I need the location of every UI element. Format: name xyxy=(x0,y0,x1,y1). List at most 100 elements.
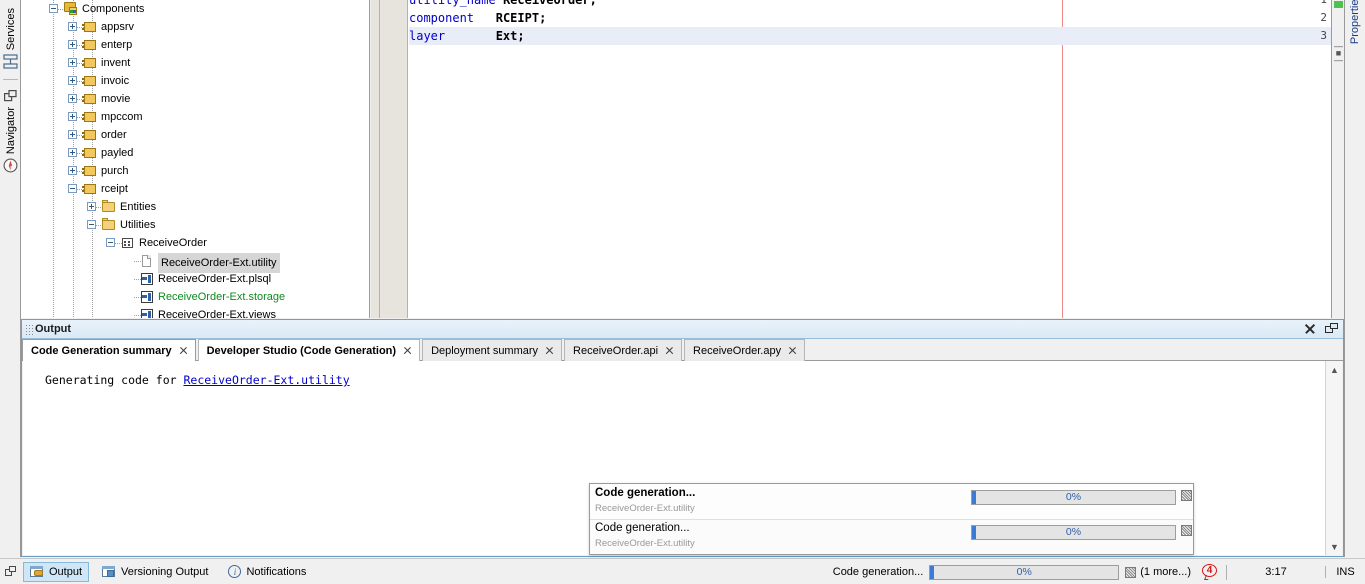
tree-collapse-toggle[interactable] xyxy=(49,4,58,13)
code-line[interactable]: layer Ext; xyxy=(409,27,525,45)
code-line[interactable]: component RCEIPT; xyxy=(409,9,546,27)
output-tab[interactable]: ReceiveOrder.api xyxy=(564,339,683,361)
output-tab[interactable]: Developer Studio (Code Generation) xyxy=(197,339,421,361)
tree-item[interactable]: order xyxy=(21,126,369,144)
right-dock-strip: Properties xyxy=(1344,0,1365,557)
tree-item-label: ReceiveOrder-Ext.storage xyxy=(158,291,286,303)
tree-item[interactable]: invoic xyxy=(21,72,369,90)
tree-item[interactable]: ReceiveOrder xyxy=(21,234,369,252)
tree-item[interactable]: Utilities xyxy=(21,216,369,234)
tree-item[interactable]: payled xyxy=(21,144,369,162)
tree-expand-toggle[interactable] xyxy=(68,40,77,49)
tree-item[interactable]: Components xyxy=(21,0,369,18)
services-icon xyxy=(3,54,18,69)
module-icon xyxy=(82,109,98,125)
progress-bar: 0% xyxy=(971,490,1176,505)
status-more-tasks-label[interactable]: (1 more...) xyxy=(1140,566,1191,578)
tree-expand-toggle[interactable] xyxy=(68,58,77,67)
services-tab-label: Services xyxy=(4,8,17,51)
tree-item[interactable]: ReceiveOrder-Ext.utility xyxy=(21,252,369,273)
tab-close-icon[interactable] xyxy=(403,346,412,355)
code-editor[interactable]: 1 utility_name ReceiveOrder; 2 component RC… xyxy=(371,0,1331,318)
progress-cancel-button[interactable] xyxy=(1181,490,1192,501)
current-line-highlight xyxy=(409,27,1331,45)
sidebar-item-navigator[interactable]: Navigator xyxy=(0,90,21,173)
insert-mode-indicator: INS xyxy=(1325,566,1365,578)
progress-percent: 0% xyxy=(1065,491,1082,503)
dock-divider xyxy=(3,79,18,80)
tree-expand-toggle[interactable] xyxy=(87,202,96,211)
output-tab[interactable]: Deployment summary xyxy=(422,339,563,361)
tree-item[interactable]: appsrv xyxy=(21,18,369,36)
notification-count: 4 xyxy=(1206,564,1213,576)
tree-item[interactable]: ReceiveOrder-Ext.plsql xyxy=(21,270,369,288)
progress-row[interactable]: Code generation... ReceiveOrder-Ext.utili… xyxy=(590,484,1193,520)
scroll-up-icon[interactable]: ▲ xyxy=(1326,361,1343,378)
status-cancel-task-button[interactable] xyxy=(1125,566,1137,578)
tab-close-icon[interactable] xyxy=(545,346,554,355)
editor-error-strip[interactable]: —■— xyxy=(1331,0,1344,318)
tree-item[interactable]: Entities xyxy=(21,198,369,216)
tree-item-label: Entities xyxy=(120,201,157,213)
tab-close-icon[interactable] xyxy=(788,346,797,355)
tree-item[interactable]: ReceiveOrder-Ext.views xyxy=(21,306,369,318)
sidebar-item-services[interactable]: Services xyxy=(0,8,21,69)
tree-expand-toggle[interactable] xyxy=(68,22,77,31)
float-window-icon[interactable] xyxy=(1325,322,1339,336)
status-tab-versioning-output[interactable]: Versioning Output xyxy=(95,562,215,582)
output-tabstrip[interactable]: Code Generation summary Developer Studio … xyxy=(22,339,1343,361)
tree-expand-toggle[interactable] xyxy=(68,166,77,175)
output-file-link[interactable]: ReceiveOrder-Ext.utility xyxy=(183,373,349,387)
tree-item[interactable]: invent xyxy=(21,54,369,72)
output-tab[interactable]: Code Generation summary xyxy=(22,339,196,361)
status-tab-label: Versioning Output xyxy=(121,565,209,578)
annotation-marker-icon[interactable]: —■— xyxy=(1333,42,1344,65)
output-tab[interactable]: ReceiveOrder.apy xyxy=(684,339,806,361)
tree-expand-toggle[interactable] xyxy=(68,148,77,157)
tree-collapse-toggle[interactable] xyxy=(68,184,77,193)
code-line[interactable]: utility_name ReceiveOrder; xyxy=(409,0,597,9)
tree-expand-toggle[interactable] xyxy=(68,94,77,103)
progress-cancel-button[interactable] xyxy=(1181,525,1192,536)
status-tab-label: Output xyxy=(49,565,83,578)
drag-grip-icon[interactable] xyxy=(25,323,33,335)
tab-close-icon[interactable] xyxy=(665,346,674,355)
progress-percent: 0% xyxy=(1065,526,1082,538)
scroll-down-icon[interactable]: ▼ xyxy=(1326,538,1343,555)
progress-bar: 0% xyxy=(971,525,1176,540)
right-margin-guide xyxy=(1062,0,1063,318)
code-keyword: component xyxy=(409,11,475,25)
status-tab-output[interactable]: Output xyxy=(23,561,90,582)
status-tab-notifications[interactable]: i Notifications xyxy=(221,562,313,582)
project-tree-panel[interactable]: Components appsrv enterp invent invoic movie m… xyxy=(21,0,370,318)
properties-tab-label[interactable]: Properties xyxy=(1349,0,1361,44)
dock-windows-icon[interactable] xyxy=(5,565,17,578)
progress-popup[interactable]: Code generation... ReceiveOrder-Ext.utili… xyxy=(589,483,1194,555)
tree-item[interactable]: purch xyxy=(21,162,369,180)
tree-item[interactable]: enterp xyxy=(21,36,369,54)
module-icon xyxy=(82,163,98,179)
progress-row[interactable]: Code generation... ReceiveOrder-Ext.utili… xyxy=(590,519,1193,554)
tree-item[interactable]: ReceiveOrder-Ext.storage xyxy=(21,288,369,306)
status-progress-bar[interactable]: 0% xyxy=(929,564,1120,580)
tab-close-icon[interactable] xyxy=(179,346,188,355)
tree-collapse-toggle[interactable] xyxy=(87,220,96,229)
close-icon[interactable] xyxy=(1303,322,1317,336)
tree-expand-toggle[interactable] xyxy=(68,112,77,121)
notification-badge[interactable]: 4 xyxy=(1202,563,1219,581)
output-vertical-scrollbar[interactable]: ▲ ▼ xyxy=(1325,361,1342,555)
tree-expand-toggle[interactable] xyxy=(68,76,77,85)
module-icon xyxy=(82,37,98,53)
tree-expand-toggle[interactable] xyxy=(68,130,77,139)
versioning-icon xyxy=(102,565,116,579)
tree-item-label: ReceiveOrder-Ext.views xyxy=(158,309,276,318)
tree-item[interactable]: rceipt xyxy=(21,180,369,198)
module-icon xyxy=(82,145,98,161)
code-value: Ext; xyxy=(495,29,525,43)
tree-collapse-toggle[interactable] xyxy=(106,238,115,247)
tree-item-label: Components xyxy=(82,3,145,15)
tree-item[interactable]: movie xyxy=(21,90,369,108)
tree-item[interactable]: mpccom xyxy=(21,108,369,126)
project-tree[interactable]: Components appsrv enterp invent invoic movie m… xyxy=(21,0,369,318)
output-tab-label: ReceiveOrder.api xyxy=(573,344,659,357)
